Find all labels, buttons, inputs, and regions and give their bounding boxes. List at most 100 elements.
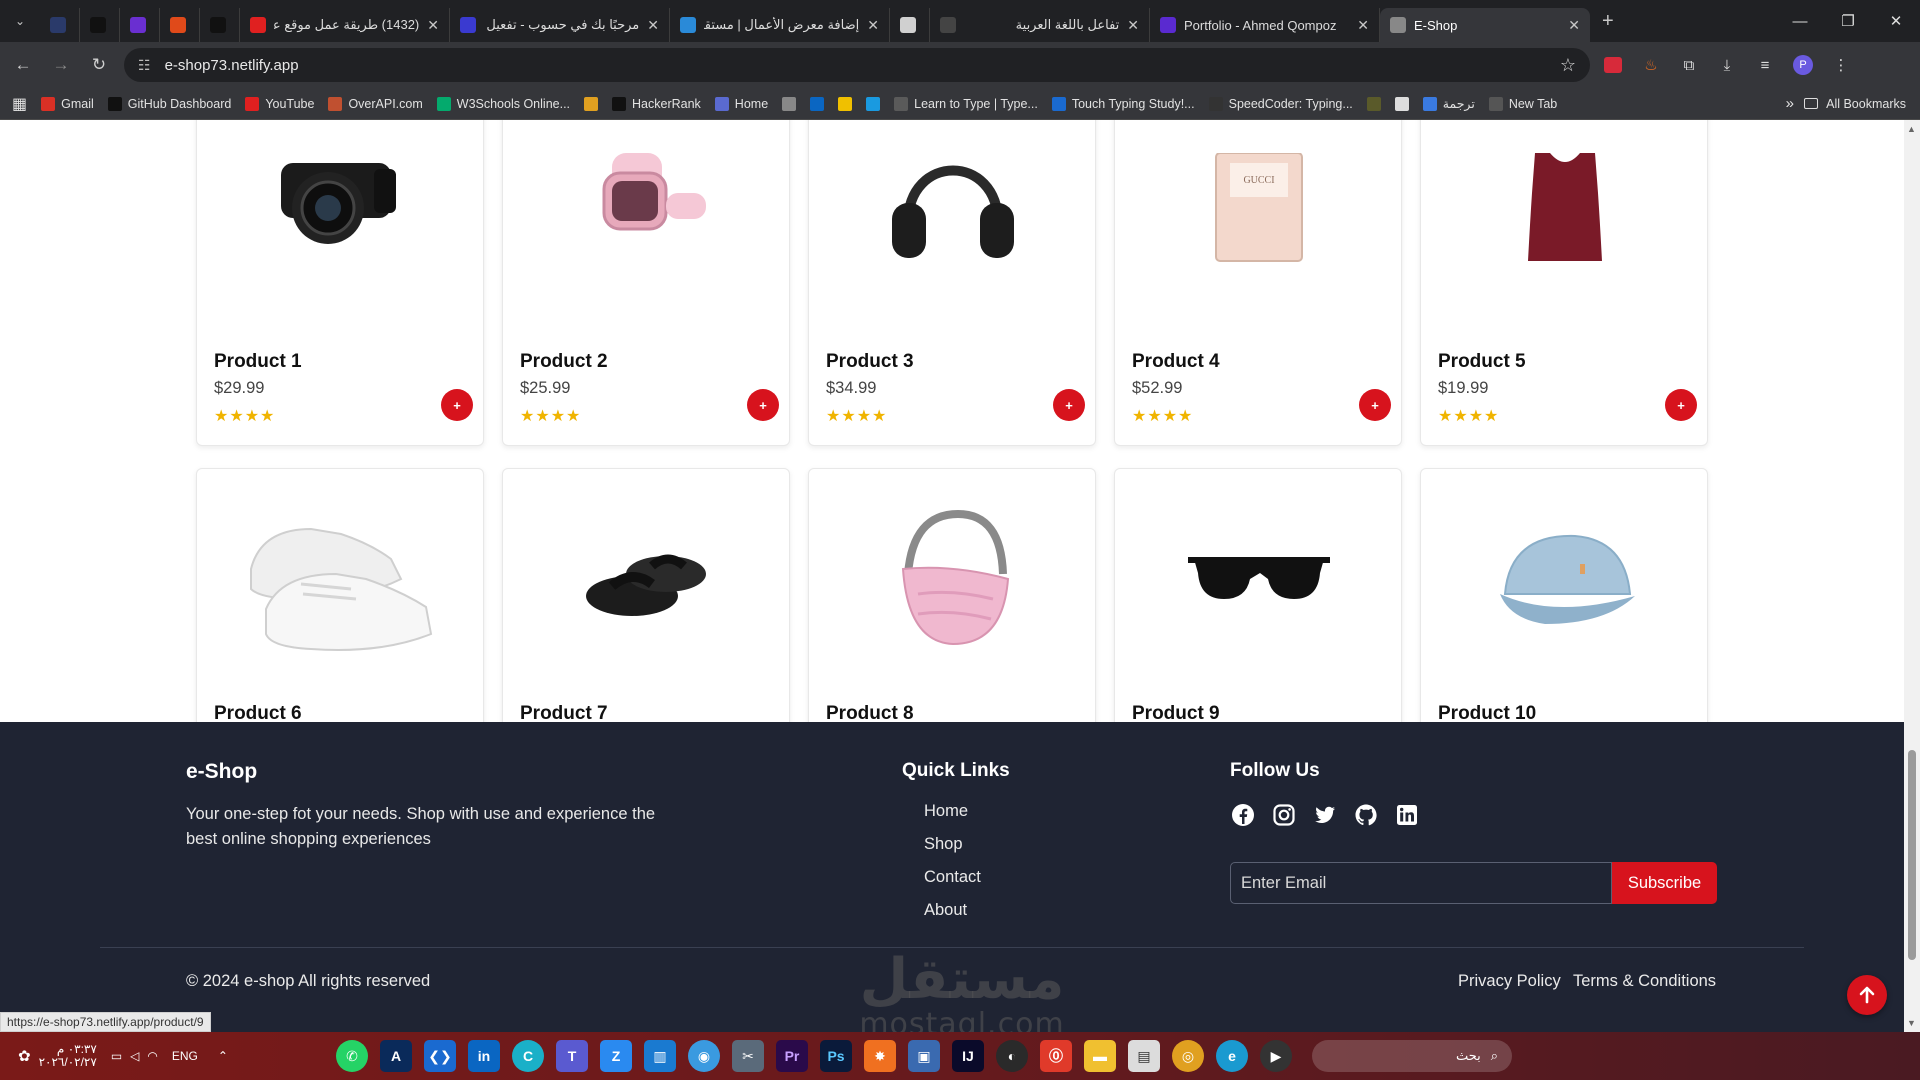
media-player-icon[interactable]: ▶ [1260, 1040, 1292, 1072]
instagram-icon[interactable] [1271, 802, 1297, 828]
product-image[interactable]: GUCCI [1115, 120, 1403, 263]
weather-icon[interactable]: ✿ [18, 1047, 31, 1065]
photoshop-icon[interactable]: Ps [820, 1040, 852, 1072]
bookmark-item[interactable] [838, 96, 853, 111]
vscode-icon[interactable]: ❮❯ [424, 1040, 456, 1072]
bookmark-item[interactable] [1366, 96, 1381, 111]
newsletter-email-input[interactable] [1230, 862, 1612, 904]
product-image[interactable] [809, 120, 1097, 263]
extension-icon[interactable] [1598, 50, 1628, 80]
page-scrollbar[interactable]: ▲ ▼ [1904, 120, 1920, 1032]
browser-tab[interactable]: E-Shop ✕ [1380, 8, 1590, 42]
restore-icon[interactable]: ❐ [1824, 0, 1872, 42]
download-icon[interactable]: ⤓ [1712, 50, 1742, 80]
browser-tab[interactable] [200, 8, 240, 42]
canva-icon[interactable]: C [512, 1040, 544, 1072]
language-indicator[interactable]: ENG [172, 1049, 198, 1063]
obs-icon[interactable]: ◐ [996, 1040, 1028, 1072]
battery-icon[interactable]: ▭ [111, 1049, 122, 1063]
bookmark-item[interactable]: Learn to Type | Type... [894, 96, 1038, 111]
trello-icon[interactable]: ▥ [644, 1040, 676, 1072]
scrollbar-thumb[interactable] [1908, 750, 1916, 960]
reload-icon[interactable]: ↻ [84, 50, 114, 80]
bookmark-item[interactable]: Home [714, 96, 768, 111]
bookmark-item[interactable] [1394, 96, 1409, 111]
product-card[interactable]: Product 5 $19.99 ★★★★ + [1420, 120, 1708, 446]
scroll-to-top-button[interactable] [1847, 975, 1887, 1015]
product-name[interactable]: Product 1 [214, 351, 302, 373]
product-name[interactable]: Product 2 [520, 351, 608, 373]
clock[interactable]: ٠٣:٣٧ م ٢٠٢٦/٠٢/٢٧ [39, 1043, 97, 1069]
facebook-icon[interactable] [1230, 802, 1256, 828]
twitter-icon[interactable] [1312, 802, 1338, 828]
bookmark-item[interactable]: ترجمة [1422, 96, 1475, 111]
tab-close-icon[interactable]: ✕ [1357, 17, 1369, 34]
azure-icon[interactable]: A [380, 1040, 412, 1072]
add-to-cart-button[interactable]: + [1359, 389, 1391, 421]
bookmark-item[interactable]: W3Schools Online... [436, 96, 570, 111]
bookmark-item[interactable]: Gmail [41, 96, 94, 111]
bookmarks-overflow-icon[interactable]: » [1786, 95, 1794, 112]
bookmark-item[interactable]: YouTube [245, 96, 314, 111]
close-window-icon[interactable]: ✕ [1872, 0, 1920, 42]
taskbar-search[interactable]: بحث ⌕ [1312, 1040, 1512, 1072]
browser-tab[interactable] [160, 8, 200, 42]
bookmark-item[interactable]: GitHub Dashboard [107, 96, 231, 111]
footer-link-contact[interactable]: Contact [924, 868, 981, 887]
bookmark-item[interactable] [810, 96, 825, 111]
volume-icon[interactable]: ◁ [130, 1049, 139, 1063]
browser-tab[interactable] [890, 8, 930, 42]
bookmark-item[interactable] [782, 96, 797, 111]
browser-tab[interactable]: مرحبًا بك في حسوب - تفعيل ال ✕ [450, 8, 670, 42]
whatsapp-icon[interactable]: ✆ [336, 1040, 368, 1072]
product-card[interactable]: GUCCI Product 4 $52.99 ★★★★ + [1114, 120, 1402, 446]
all-bookmarks-button[interactable]: All Bookmarks [1804, 97, 1906, 111]
virtualbox-icon[interactable]: ▣ [908, 1040, 940, 1072]
media-control-icon[interactable]: ≡ [1750, 50, 1780, 80]
product-name[interactable]: Product 3 [826, 351, 914, 373]
product-card[interactable]: Product 2 $25.99 ★★★★ + [502, 120, 790, 446]
new-tab-button[interactable]: + [1602, 10, 1614, 33]
product-name[interactable]: Product 4 [1132, 351, 1220, 373]
bookmark-item[interactable]: SpeedCoder: Typing... [1208, 96, 1353, 111]
linkedin-icon[interactable] [1394, 802, 1420, 828]
browser-tab[interactable] [40, 8, 80, 42]
product-image[interactable] [1421, 120, 1709, 263]
edge-icon[interactable]: e [1216, 1040, 1248, 1072]
bookmark-item[interactable]: OverAPI.com [328, 96, 423, 111]
teams-icon[interactable]: T [556, 1040, 588, 1072]
address-bar[interactable]: ☷ e-shop73.netlify.app ☆ [124, 48, 1590, 82]
tab-close-icon[interactable]: ✕ [867, 17, 879, 34]
browser-app-icon[interactable]: ◉ [688, 1040, 720, 1072]
store-icon[interactable]: ▤ [1128, 1040, 1160, 1072]
browser-tab[interactable]: (1432) طريقة عمل موقع على ✕ [240, 8, 450, 42]
product-image[interactable] [503, 469, 791, 689]
intellij-icon[interactable]: IJ [952, 1040, 984, 1072]
zoom-icon[interactable]: Z [600, 1040, 632, 1072]
github-icon[interactable] [1353, 802, 1379, 828]
menu-kebab-icon[interactable]: ⋮ [1826, 50, 1856, 80]
product-image[interactable] [503, 120, 791, 263]
bookmark-item[interactable] [584, 96, 599, 111]
product-name[interactable]: Product 5 [1438, 351, 1526, 373]
bookmark-item[interactable]: New Tab [1488, 96, 1557, 111]
chrome-icon[interactable]: ◎ [1172, 1040, 1204, 1072]
windows-start-icon[interactable] [1550, 1040, 1582, 1072]
product-card[interactable]: Product 1 $29.99 ★★★★ + [196, 120, 484, 446]
url-text[interactable]: e-shop73.netlify.app [165, 57, 1560, 74]
footer-link-about[interactable]: About [924, 901, 967, 920]
scroll-down-icon[interactable]: ▼ [1907, 1018, 1916, 1028]
tab-search-button[interactable]: ⌄ [0, 0, 40, 42]
product-image[interactable] [1115, 469, 1403, 689]
minimize-icon[interactable]: — [1776, 0, 1824, 42]
forward-icon[interactable]: → [46, 50, 76, 80]
bookmark-star-icon[interactable]: ☆ [1560, 55, 1576, 76]
subscribe-button[interactable]: Subscribe [1612, 862, 1717, 904]
footer-link-home[interactable]: Home [924, 802, 968, 821]
snipping-icon[interactable]: ✂ [732, 1040, 764, 1072]
add-to-cart-button[interactable]: + [441, 389, 473, 421]
file-explorer-icon[interactable]: ▬ [1084, 1040, 1116, 1072]
product-card[interactable]: Product 3 $34.99 ★★★★ + [808, 120, 1096, 446]
browser-tab[interactable]: إضافة معرض الأعمال | مستقل ✕ [670, 8, 890, 42]
bookmark-item[interactable]: HackerRank [612, 96, 701, 111]
